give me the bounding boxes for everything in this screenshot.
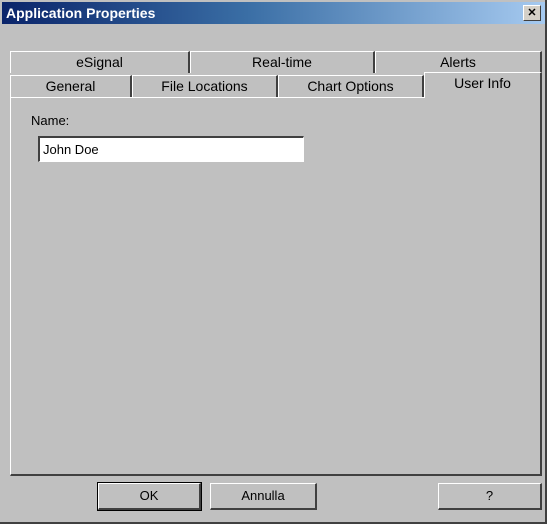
tab-label: File Locations [161, 78, 248, 94]
cancel-button-label: Annulla [241, 488, 285, 503]
tab-alerts[interactable]: Alerts [375, 51, 542, 73]
title-bar: Application Properties ✕ [2, 2, 545, 24]
tab-chart-options[interactable]: Chart Options [278, 75, 424, 97]
tab-label: Real-time [252, 54, 312, 70]
tab-general[interactable]: General [10, 75, 132, 97]
tab-label: Chart Options [307, 78, 394, 94]
application-properties-dialog: Application Properties ✕ eSignal Real-ti… [0, 0, 547, 524]
tab-real-time[interactable]: Real-time [190, 51, 375, 73]
tab-label: User Info [454, 75, 511, 91]
cancel-button[interactable]: Annulla [210, 483, 317, 510]
tab-label: General [45, 78, 96, 94]
tab-label: Alerts [440, 54, 476, 70]
tab-file-locations[interactable]: File Locations [132, 75, 278, 97]
tab-user-info[interactable]: User Info [424, 72, 542, 98]
tab-esignal[interactable]: eSignal [10, 51, 190, 73]
window-title: Application Properties [6, 5, 156, 21]
ok-button-label: OK [139, 488, 159, 503]
help-button-label: ? [485, 488, 494, 503]
name-label: Name: [31, 113, 70, 128]
help-button[interactable]: ? [438, 483, 542, 510]
ok-button[interactable]: OK [97, 482, 202, 511]
tab-label: eSignal [76, 54, 123, 70]
name-field[interactable] [38, 136, 304, 162]
close-icon[interactable]: ✕ [523, 5, 541, 21]
